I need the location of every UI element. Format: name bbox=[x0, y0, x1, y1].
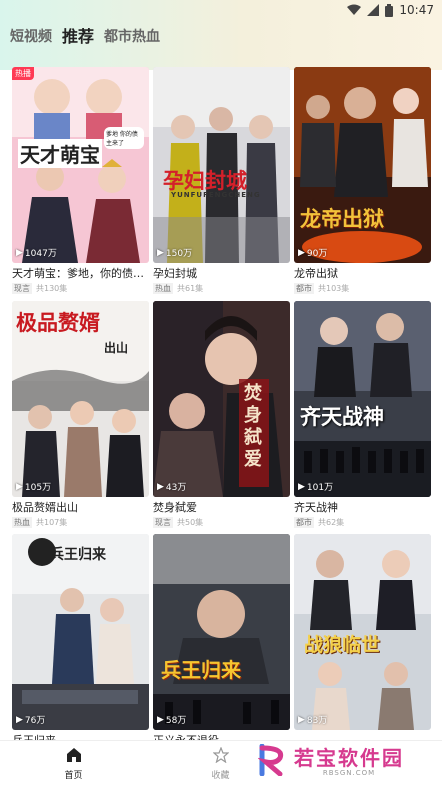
drama-title: 天才萌宝：爹地，你的债主... bbox=[12, 267, 149, 280]
episode-count: 共50集 bbox=[177, 517, 204, 527]
wifi-icon bbox=[347, 4, 362, 16]
drama-card[interactable]: 孕妇封城 YUNFUFENGCHENG ▶ 150万 孕妇封城 热血 共61集 bbox=[153, 67, 290, 294]
nav-home-label: 首页 bbox=[64, 771, 83, 781]
play-icon: ▶ bbox=[157, 481, 164, 492]
play-icon: ▶ bbox=[16, 481, 23, 492]
poster-image[interactable]: 龙帝出狱 ▶ 90万 bbox=[294, 67, 431, 263]
poster-image[interactable]: 焚身弑爱 ▶ 43万 bbox=[153, 301, 290, 497]
tab-short-video[interactable]: 短视频 bbox=[10, 26, 52, 48]
genre-tag: 现言 bbox=[153, 516, 173, 528]
watermark-name: 若宝软件园 bbox=[294, 746, 404, 770]
genre-tag: 现言 bbox=[12, 282, 32, 294]
poster-title-text: 齐天战神 bbox=[300, 404, 384, 429]
battery-icon bbox=[385, 3, 394, 17]
poster-title-text: 极品赘婿 bbox=[16, 310, 100, 335]
play-icon: ▶ bbox=[157, 714, 164, 725]
view-count: ▶ 90万 bbox=[298, 247, 328, 260]
episode-count: 共61集 bbox=[177, 283, 204, 293]
watermark: 若宝软件园 RBSGN.COM bbox=[257, 742, 438, 782]
poster-title-text: 龙帝出狱 bbox=[300, 206, 384, 231]
episode-count: 共130集 bbox=[36, 283, 68, 293]
poster-title-text: 焚身弑爱 bbox=[244, 383, 262, 470]
play-icon: ▶ bbox=[298, 481, 305, 492]
drama-card[interactable]: 热播 天才萌宝 爹地 你的债主来了 ▶ 1047万 天才萌宝：爹地，你的债主...… bbox=[12, 67, 149, 294]
category-tabs: 短视频 推荐 都市热血 bbox=[10, 22, 160, 48]
play-icon: ▶ bbox=[157, 247, 164, 258]
drama-card[interactable]: 龙帝出狱 ▶ 90万 龙帝出狱 都市 共103集 bbox=[294, 67, 431, 294]
episode-count: 共103集 bbox=[318, 283, 350, 293]
view-count: ▶ 83万 bbox=[298, 714, 328, 727]
tab-urban[interactable]: 都市热血 bbox=[104, 26, 160, 48]
drama-card[interactable]: 兵王归来 ▶58万 正义永不退役 bbox=[153, 534, 290, 748]
play-icon: ▶ bbox=[298, 247, 305, 258]
view-count: ▶ 76万 bbox=[16, 714, 46, 727]
drama-title: 焚身弑爱 bbox=[153, 501, 197, 514]
nav-home[interactable]: 首页 bbox=[0, 741, 147, 787]
drama-card[interactable]: 极品赘婿 出山 ▶ 105万 极品赘婿出山 热血 共107集 bbox=[12, 301, 149, 528]
poster-image[interactable]: 热播 天才萌宝 爹地 你的债主来了 ▶ 1047万 bbox=[12, 67, 149, 263]
poster-subtext: YUNFUFENGCHENG bbox=[171, 191, 261, 199]
genre-tag: 热血 bbox=[153, 282, 173, 294]
poster-subtext: 出山 bbox=[104, 341, 129, 355]
view-count: ▶ 43万 bbox=[157, 481, 187, 494]
drama-card[interactable]: 兵王归来 ▶76万 兵王归来 bbox=[12, 534, 149, 748]
nav-favorites-label: 收藏 bbox=[211, 771, 230, 781]
genre-tag: 热血 bbox=[12, 516, 32, 528]
watermark-logo-icon bbox=[257, 743, 288, 780]
status-bar: 10:47 bbox=[0, 0, 442, 20]
home-icon bbox=[66, 747, 82, 766]
poster-title-text: 战狼临世 bbox=[304, 634, 381, 656]
drama-title: 龙帝出狱 bbox=[294, 267, 338, 280]
signal-icon bbox=[367, 4, 380, 16]
view-count: ▶ 101万 bbox=[298, 481, 334, 494]
poster-image[interactable]: 孕妇封城 YUNFUFENGCHENG ▶ 150万 bbox=[153, 67, 290, 263]
poster-image[interactable]: 兵王归来 ▶ 76万 bbox=[12, 534, 149, 730]
poster-image[interactable]: 战狼临世 ▶ 83万 bbox=[294, 534, 431, 730]
poster-image[interactable]: 齐天战神 ▶ 101万 bbox=[294, 301, 431, 497]
episode-count: 共107集 bbox=[36, 517, 68, 527]
watermark-url: RBSGN.COM bbox=[322, 769, 376, 777]
drama-card[interactable]: 焚身弑爱 ▶ 43万 焚身弑爱 现言 共50集 bbox=[153, 301, 290, 528]
status-time: 10:47 bbox=[399, 3, 434, 17]
poster-title-text: 兵王归来 bbox=[161, 658, 241, 682]
drama-title: 极品赘婿出山 bbox=[12, 501, 78, 514]
drama-title: 齐天战神 bbox=[294, 501, 338, 514]
view-count: ▶ 1047万 bbox=[16, 247, 57, 260]
genre-tag: 都市 bbox=[294, 516, 314, 528]
episode-count: 共62集 bbox=[318, 517, 345, 527]
play-icon: ▶ bbox=[298, 714, 305, 725]
play-icon: ▶ bbox=[16, 714, 23, 725]
star-icon bbox=[211, 746, 230, 766]
view-count: ▶ 150万 bbox=[157, 247, 193, 260]
tab-recommend[interactable]: 推荐 bbox=[62, 26, 94, 48]
drama-card[interactable]: 齐天战神 ▶ 101万 齐天战神 都市 共62集 bbox=[294, 301, 431, 528]
view-count: ▶ 105万 bbox=[16, 481, 52, 494]
poster-image[interactable]: 兵王归来 ▶ 58万 bbox=[153, 534, 290, 730]
drama-title: 孕妇封城 bbox=[153, 267, 197, 280]
play-icon: ▶ bbox=[16, 247, 23, 258]
view-count: ▶ 58万 bbox=[157, 714, 187, 727]
poster-title-text: 兵王归来 bbox=[50, 547, 106, 563]
poster-caption: 爹地 你的债主来了 bbox=[104, 127, 144, 149]
hot-badge: 热播 bbox=[12, 67, 34, 80]
drama-card[interactable]: 战狼临世 ▶ 83万 bbox=[294, 534, 431, 730]
poster-image[interactable]: 极品赘婿 出山 ▶ 105万 bbox=[12, 301, 149, 497]
genre-tag: 都市 bbox=[294, 282, 314, 294]
poster-title-text: 天才萌宝 bbox=[18, 139, 102, 168]
